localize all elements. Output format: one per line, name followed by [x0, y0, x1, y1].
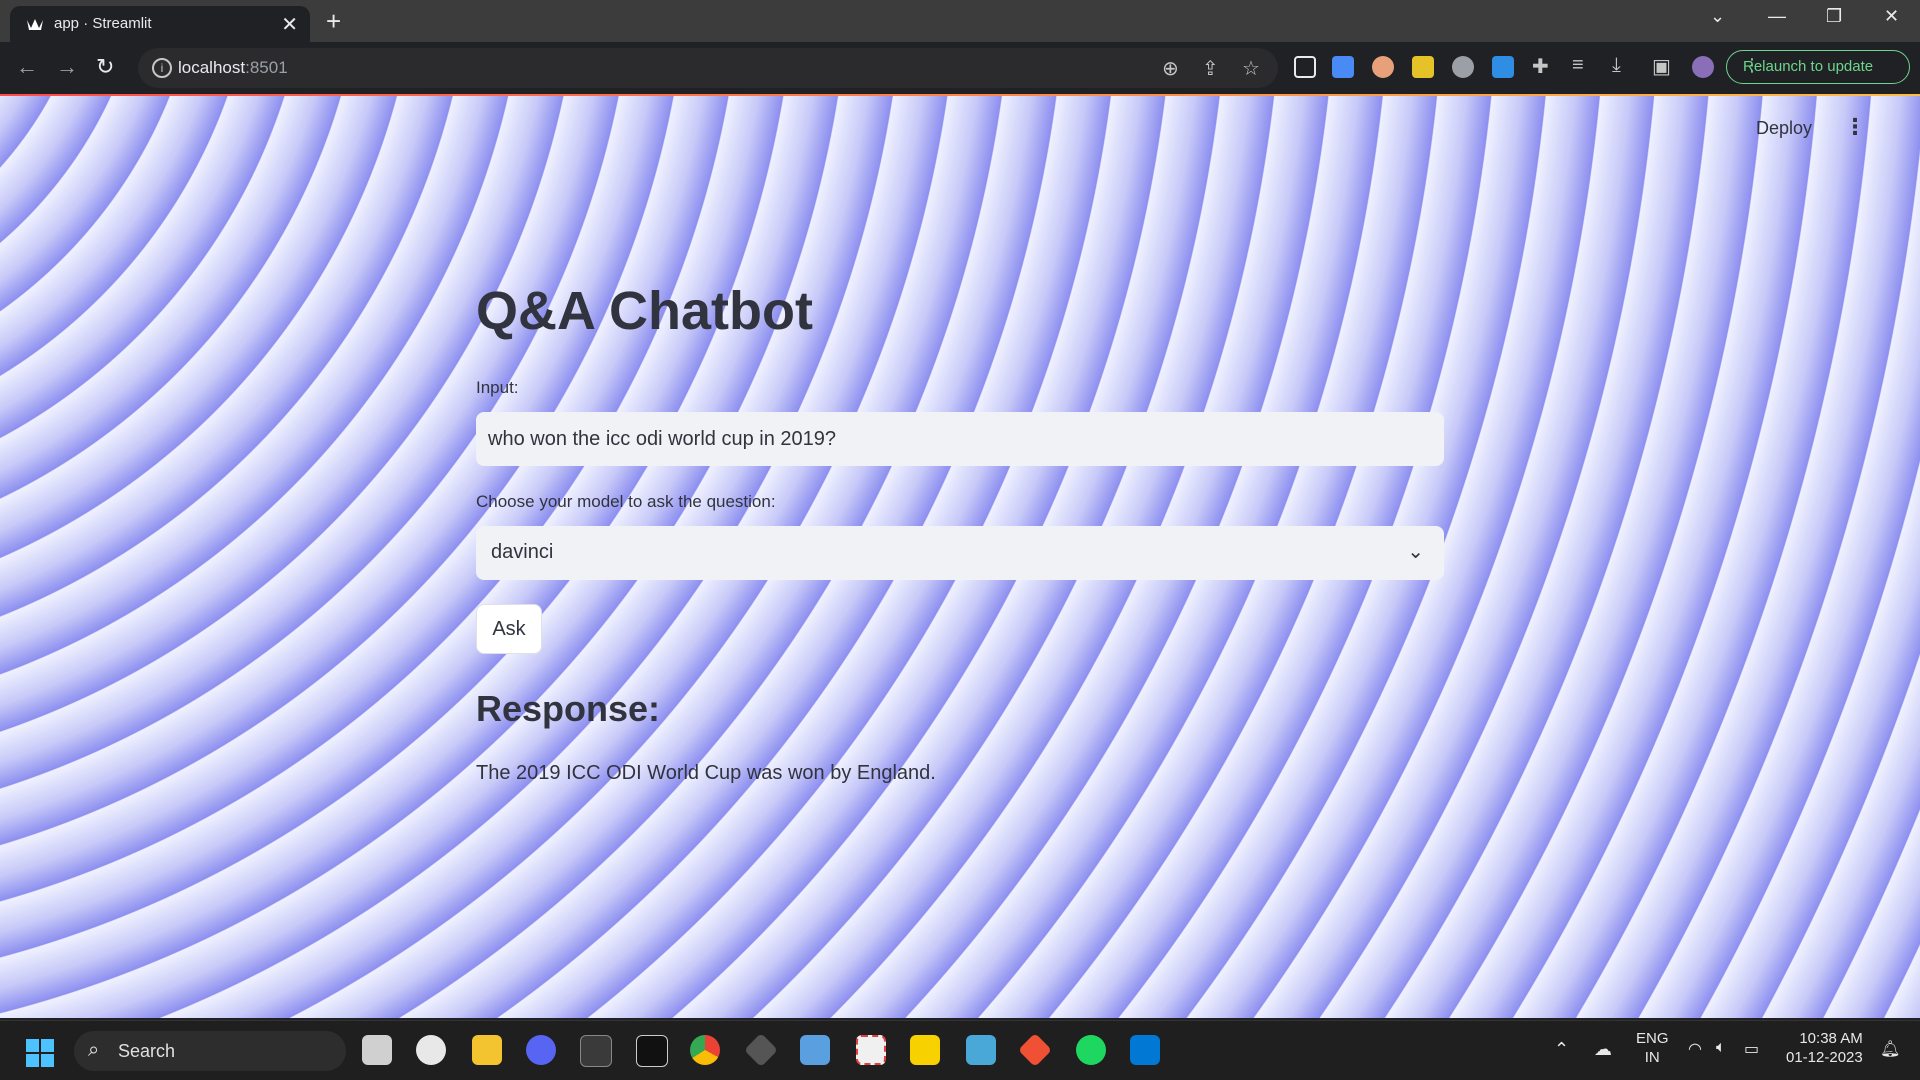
battery-icon[interactable]: ▭	[1744, 1039, 1759, 1059]
language-indicator[interactable]: ENG IN	[1636, 1029, 1669, 1067]
forward-icon[interactable]: →	[56, 54, 78, 80]
search-icon: ⌕	[88, 1039, 100, 1061]
cloud-extension-icon[interactable]	[1452, 56, 1474, 78]
relaunch-to-update-button[interactable]: Relaunch to update ⋮	[1726, 50, 1910, 84]
volume-icon[interactable]: 🔈︎	[1716, 1039, 1726, 1057]
clipboard-extension-icon[interactable]	[1412, 56, 1434, 78]
windows-taskbar: ⌕ Search ⌃ ☁ ENG IN ◠ 🔈︎ ▭ 10:38 AM 01-12-…	[0, 1020, 1920, 1080]
onedrive-icon[interactable]: ☁	[1594, 1039, 1612, 1060]
tab-search-chevron-icon[interactable]: ⌄	[1710, 6, 1725, 27]
ask-button[interactable]: Ask	[476, 604, 542, 654]
taskbar-search-box[interactable]: ⌕ Search	[74, 1031, 346, 1071]
side-panel-icon[interactable]: ▣	[1652, 54, 1671, 79]
more-menu-icon: ⋮	[1743, 55, 1761, 75]
deploy-button[interactable]: Deploy	[1756, 118, 1812, 139]
clock[interactable]: 10:38 AM 01-12-2023	[1786, 1029, 1863, 1067]
browser-toolbar: ← → ↻ i localhost:8501 ⊕ ⇪ ☆ ✚ ≡ ⤓ ▣ Rel…	[0, 42, 1920, 94]
clock-app-icon[interactable]	[416, 1035, 446, 1065]
discord-icon[interactable]	[526, 1035, 556, 1065]
share-icon[interactable]: ⇪	[1202, 56, 1219, 81]
reading-list-icon[interactable]: ≡	[1572, 54, 1584, 77]
close-tab-icon[interactable]: ✕	[281, 12, 298, 37]
tab-title: app · Streamlit	[54, 15, 152, 32]
chrome-icon[interactable]	[690, 1035, 720, 1065]
new-tab-button[interactable]: +	[326, 6, 341, 37]
window-app-icon[interactable]	[966, 1035, 996, 1065]
snipping-tool-icon[interactable]	[856, 1035, 886, 1065]
page-title: Q&A Chatbot	[476, 281, 813, 341]
minimize-icon[interactable]: —	[1768, 6, 1786, 27]
model-select-value: davinci	[491, 541, 554, 563]
vscode-icon[interactable]	[1130, 1035, 1160, 1065]
response-text: The 2019 ICC ODI World Cup was won by En…	[476, 762, 936, 784]
model-select[interactable]: davinci ⌄	[476, 526, 1444, 580]
taskbar-search-label: Search	[118, 1041, 176, 1061]
zoom-icon[interactable]: ⊕	[1162, 56, 1179, 81]
terminal-icon[interactable]	[580, 1035, 612, 1067]
main-menu-icon[interactable]: ⋮	[1844, 114, 1866, 140]
extension-avatar-icon[interactable]	[1372, 56, 1394, 78]
question-input[interactable]: who won the icc odi world cup in 2019?	[476, 412, 1444, 466]
download-icon[interactable]: ⤓	[1612, 54, 1621, 77]
windows-start-icon[interactable]	[26, 1039, 54, 1067]
browser-tab-strip: app · Streamlit ✕ + ⌄ — ❐ ✕	[0, 0, 1920, 42]
translate-extension-icon[interactable]	[1332, 56, 1354, 78]
browser-tab[interactable]: app · Streamlit ✕	[10, 6, 310, 42]
streamlit-logo-icon	[27, 19, 43, 30]
reload-icon[interactable]: ↻	[96, 54, 114, 80]
unity-icon[interactable]	[744, 1033, 778, 1067]
bookmark-star-icon[interactable]: ☆	[1242, 56, 1260, 81]
site-info-icon[interactable]: i	[152, 58, 172, 78]
task-view-icon[interactable]	[362, 1035, 392, 1065]
show-hidden-icons-chevron-icon[interactable]: ⌃	[1554, 1039, 1569, 1060]
close-window-icon[interactable]: ✕	[1884, 6, 1899, 27]
sticky-notes-icon[interactable]	[910, 1035, 940, 1065]
back-icon[interactable]: ←	[16, 54, 38, 80]
extensions-puzzle-icon[interactable]: ✚	[1532, 54, 1549, 79]
tab-capture-extension-icon[interactable]	[1294, 56, 1316, 78]
response-heading: Response:	[476, 688, 661, 729]
screenshot-extension-icon[interactable]	[1492, 56, 1514, 78]
url-text: localhost:8501	[178, 58, 288, 77]
model-select-label: Choose your model to ask the question:	[476, 492, 776, 511]
input-label: Input:	[476, 378, 519, 397]
address-bar[interactable]: i localhost:8501 ⊕ ⇪ ☆	[138, 48, 1278, 88]
spotify-icon[interactable]	[1076, 1035, 1106, 1065]
profile-avatar[interactable]	[1692, 56, 1714, 78]
notification-bell-icon[interactable]: 🔔︎	[1880, 1039, 1900, 1059]
streamlit-app: Deploy ⋮ Q&A Chatbot Input: who won the …	[0, 96, 1920, 1018]
photos-icon[interactable]	[800, 1035, 830, 1065]
file-explorer-icon[interactable]	[472, 1035, 502, 1065]
console-icon[interactable]	[636, 1035, 668, 1067]
chevron-down-icon: ⌄	[1407, 541, 1424, 563]
restore-icon[interactable]: ❐	[1826, 6, 1842, 27]
git-icon[interactable]	[1018, 1033, 1052, 1067]
wifi-icon[interactable]: ◠	[1688, 1039, 1702, 1059]
